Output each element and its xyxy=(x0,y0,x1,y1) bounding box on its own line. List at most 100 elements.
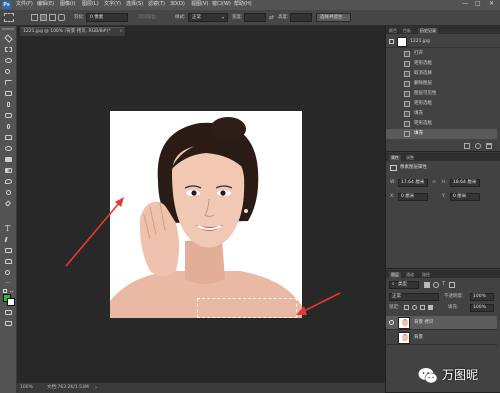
gradient-tool-icon[interactable] xyxy=(4,167,13,174)
path-selection-tool-icon[interactable] xyxy=(4,236,13,243)
tab-channels[interactable]: 通道 xyxy=(406,272,414,278)
x-field[interactable]: 0 厘米 xyxy=(398,193,428,201)
eraser-tool-icon[interactable] xyxy=(4,156,13,163)
height-field[interactable]: 18.64 厘米 xyxy=(450,179,480,187)
screen-mode-icon[interactable] xyxy=(4,320,13,327)
quick-mask-icon[interactable] xyxy=(4,309,13,316)
marquee-tool-preset-icon[interactable] xyxy=(4,13,14,22)
background-color-swatch[interactable] xyxy=(7,298,15,306)
width-input[interactable] xyxy=(244,13,266,22)
lock-position-icon[interactable] xyxy=(420,305,425,310)
history-item[interactable]: 打开 xyxy=(386,49,497,59)
snapshot-checkbox[interactable] xyxy=(389,39,394,44)
new-snapshot-icon[interactable] xyxy=(475,143,481,149)
lock-all-icon[interactable] xyxy=(428,305,433,310)
menu-edit[interactable]: 编辑(E) xyxy=(37,2,54,7)
layer-kind-filter[interactable]: ⌕ 类型 xyxy=(389,281,419,289)
swap-icon[interactable]: ⇄ xyxy=(269,15,274,21)
tab-adjustments[interactable]: 调整 xyxy=(406,155,414,161)
frame-tool-icon[interactable] xyxy=(4,90,13,97)
filter-type-icon[interactable]: T xyxy=(442,282,445,287)
swap-colors-icon[interactable]: ↔ xyxy=(10,289,13,294)
move-tool-icon[interactable] xyxy=(4,34,13,43)
lock-transparent-icon[interactable] xyxy=(404,305,409,310)
zoom-tool-icon[interactable] xyxy=(4,269,13,276)
menu-type[interactable]: 文字(Y) xyxy=(104,2,121,7)
filter-pixel-icon[interactable] xyxy=(424,282,430,288)
new-document-from-state-icon[interactable] xyxy=(464,143,470,149)
menu-file[interactable]: 文件(F) xyxy=(16,2,33,7)
menu-window[interactable]: 窗口(W) xyxy=(212,2,231,7)
visibility-eye-icon[interactable] xyxy=(389,320,394,325)
minimize-button[interactable]: — xyxy=(462,1,468,7)
width-field[interactable]: 17.64 厘米 xyxy=(398,179,428,187)
default-colors-icon[interactable] xyxy=(3,289,7,293)
filter-adjustment-icon[interactable] xyxy=(433,282,439,288)
history-item[interactable]: 图层可见性 xyxy=(386,89,497,99)
y-field[interactable]: 0 厘米 xyxy=(450,193,480,201)
menu-image[interactable]: 图像(I) xyxy=(60,2,75,7)
tab-layers[interactable]: 图层 xyxy=(389,272,401,278)
feather-input[interactable]: 0 像素 xyxy=(86,13,128,22)
toolbar-grip[interactable] xyxy=(2,28,14,30)
brush-tool-icon[interactable] xyxy=(4,123,13,130)
more-tools-icon[interactable]: ··· xyxy=(5,281,11,287)
maximize-button[interactable]: □ xyxy=(475,1,481,7)
antialias-checkbox[interactable]: 消除锯齿 xyxy=(138,15,156,21)
history-item[interactable]: 取消选择 xyxy=(386,69,497,79)
history-item[interactable]: 矩形选框 xyxy=(386,59,497,69)
rectangle-tool-icon[interactable] xyxy=(4,247,13,254)
history-item[interactable]: 矩形选框 xyxy=(386,99,497,109)
menu-layer[interactable]: 图层(L) xyxy=(82,2,99,7)
style-select[interactable]: 正常 ▾ xyxy=(188,13,228,22)
clone-stamp-tool-icon[interactable] xyxy=(4,134,13,141)
tab-paths[interactable]: 路径 xyxy=(422,272,430,278)
subtract-selection-icon[interactable] xyxy=(49,14,56,21)
healing-brush-tool-icon[interactable] xyxy=(4,112,13,119)
history-item-active[interactable]: 填充 xyxy=(386,129,497,139)
tab-color[interactable]: 颜色 xyxy=(389,28,397,34)
menu-filter[interactable]: 滤镜(T) xyxy=(148,2,165,7)
blur-tool-icon[interactable] xyxy=(4,178,13,185)
hand-tool-icon[interactable] xyxy=(4,258,13,265)
history-item[interactable]: 删除图层 xyxy=(386,79,497,89)
tab-history[interactable]: 历史记录 xyxy=(418,28,438,34)
rectangular-marquee-tool-icon[interactable] xyxy=(4,46,13,53)
intersect-selection-icon[interactable] xyxy=(58,14,65,21)
layer-row[interactable]: 背景 xyxy=(386,331,497,345)
history-item[interactable]: 矩形选框 xyxy=(386,119,497,129)
document-tab[interactable]: 1221.jpg @ 100% (背景 拷贝, RGB/8#)* × xyxy=(20,27,125,36)
crop-tool-icon[interactable] xyxy=(4,79,13,86)
new-selection-icon[interactable] xyxy=(31,14,38,21)
filter-shape-icon[interactable] xyxy=(449,282,455,288)
status-arrow-icon[interactable]: › xyxy=(95,386,97,391)
dodge-tool-icon[interactable] xyxy=(4,189,13,196)
close-tab-icon[interactable]: × xyxy=(119,28,123,36)
menu-view[interactable]: 视图(V) xyxy=(191,2,208,7)
history-item[interactable]: 填充 xyxy=(386,109,497,119)
zoom-level[interactable]: 100% xyxy=(20,385,33,391)
close-button[interactable]: ✕ xyxy=(489,1,494,7)
opacity-input[interactable]: 100% xyxy=(470,293,494,301)
document-info[interactable]: 文档:763.2K/1.53M xyxy=(47,385,89,391)
pen-tool-icon[interactable] xyxy=(4,200,13,207)
eyedropper-tool-icon[interactable] xyxy=(4,101,13,108)
menu-select[interactable]: 选择(S) xyxy=(126,2,143,7)
history-brush-tool-icon[interactable] xyxy=(4,145,13,152)
height-input[interactable] xyxy=(290,13,312,22)
blend-mode-select[interactable]: 正常 xyxy=(389,293,439,301)
tab-properties[interactable]: 属性 xyxy=(389,155,401,161)
menu-3d[interactable]: 3D(D) xyxy=(170,2,185,7)
delete-state-icon[interactable] xyxy=(486,143,492,149)
lasso-tool-icon[interactable] xyxy=(4,57,13,64)
tab-swatches[interactable]: 色板 xyxy=(403,28,411,34)
select-and-mask-button[interactable]: 选择并遮住... xyxy=(316,13,351,22)
menu-help[interactable]: 帮助(H) xyxy=(234,2,252,7)
add-to-selection-icon[interactable] xyxy=(40,14,47,21)
history-snapshot[interactable]: 1221.jpg xyxy=(386,36,500,48)
type-tool-icon[interactable]: T xyxy=(5,225,10,233)
lock-pixels-icon[interactable] xyxy=(412,305,417,310)
fill-input[interactable]: 100% xyxy=(470,304,494,312)
link-icon[interactable]: ∞ xyxy=(432,180,436,185)
quick-selection-tool-icon[interactable] xyxy=(4,68,13,75)
